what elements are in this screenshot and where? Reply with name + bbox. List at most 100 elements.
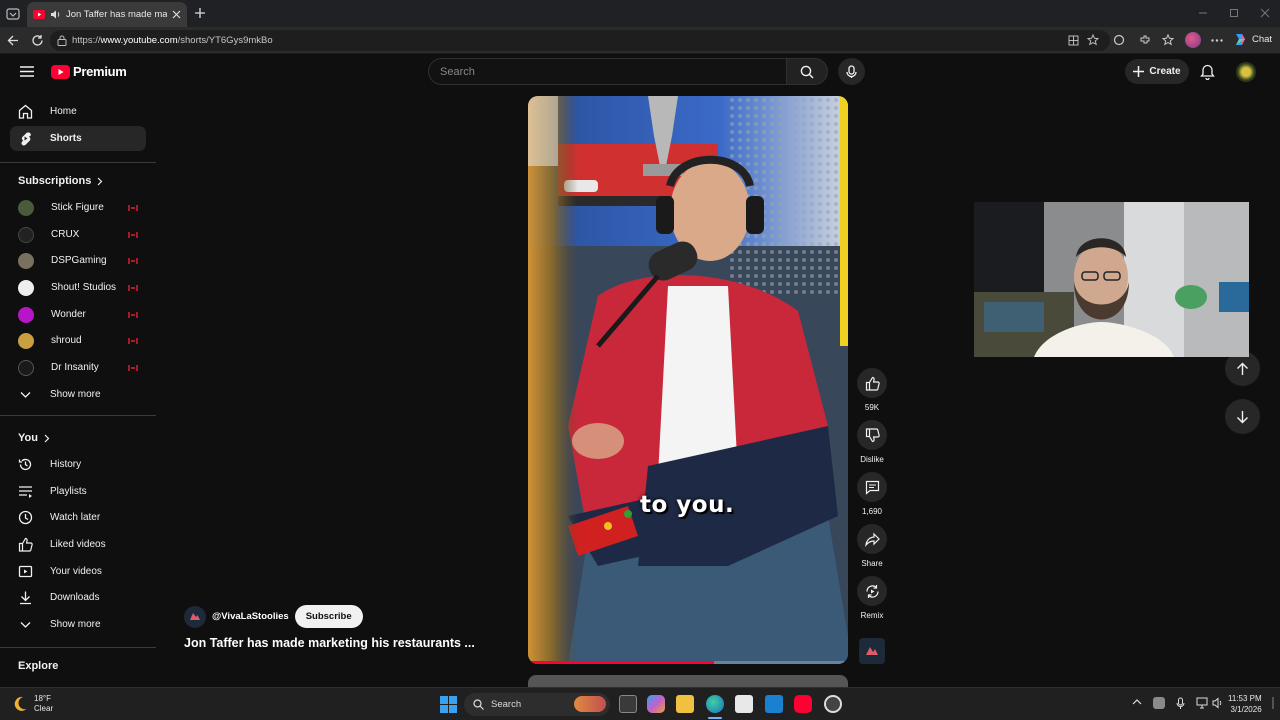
shorts-video-player[interactable]: to you.: [528, 96, 848, 664]
sidebar-item-dr-insanity[interactable]: Dr Insanity: [10, 355, 146, 380]
short-title[interactable]: Jon Taffer has made marketing his restau…: [184, 636, 475, 650]
tray-mic-icon[interactable]: [1176, 697, 1185, 710]
comments-icon-wrap: [857, 472, 887, 502]
remix-button[interactable]: Remix: [857, 576, 887, 620]
guide-menu-icon[interactable]: [20, 66, 34, 77]
sidebar-item-liked-videos[interactable]: Liked videos: [10, 532, 146, 557]
live-icon: [128, 365, 138, 371]
taskbar-search[interactable]: Search: [464, 693, 610, 716]
sidebar-item-shout-studios[interactable]: Shout! Studios: [10, 275, 146, 300]
notifications-icon[interactable]: [1200, 64, 1215, 80]
refresh-extension-icon[interactable]: [1113, 34, 1125, 46]
favorites-icon[interactable]: [1162, 34, 1174, 46]
youtube-app-icon[interactable]: [794, 695, 812, 713]
sidebar-item-playlists[interactable]: Playlists: [10, 479, 146, 504]
task-view-icon[interactable]: [619, 695, 637, 713]
copilot-chat-button[interactable]: Chat: [1233, 32, 1272, 47]
sidebar-item-your-videos[interactable]: Your videos: [10, 559, 146, 584]
next-short-button[interactable]: [1225, 399, 1260, 434]
weather-widget[interactable]: 18°F Clear: [12, 694, 53, 714]
close-tab-icon[interactable]: [172, 10, 181, 19]
remix-icon: [865, 584, 879, 598]
mail-icon[interactable]: [765, 695, 783, 713]
comments-button[interactable]: 1,690: [857, 472, 887, 516]
sidebar-item-home[interactable]: Home: [10, 99, 146, 124]
avatar: [18, 252, 34, 269]
youtube-premium-logo[interactable]: Premium: [51, 64, 127, 79]
youtube-favicon-icon: [33, 10, 45, 19]
share-button[interactable]: Share: [857, 524, 887, 568]
like-count: 59K: [864, 403, 880, 412]
create-button[interactable]: Create: [1125, 59, 1189, 84]
new-tab-icon[interactable]: [194, 7, 206, 19]
subscriptions-heading[interactable]: Subscriptions: [18, 175, 103, 187]
next-short-preview[interactable]: [528, 675, 848, 687]
volume-icon[interactable]: [1212, 697, 1224, 709]
sidebar-item-downloads[interactable]: Downloads: [10, 585, 146, 610]
search-input[interactable]: Search: [428, 58, 786, 85]
reload-icon[interactable]: [31, 34, 44, 47]
notifications-center-icon[interactable]: [1272, 696, 1278, 710]
sidebar-item-crux[interactable]: CRUX: [10, 222, 146, 247]
extensions-icon[interactable]: [1139, 34, 1151, 46]
account-avatar[interactable]: [1236, 62, 1256, 82]
sidebar-item-label: Shorts: [50, 133, 82, 144]
video-caption: to you.: [640, 492, 735, 518]
home-icon: [18, 104, 33, 119]
back-icon[interactable]: [7, 34, 20, 47]
subscribe-button[interactable]: Subscribe: [294, 605, 363, 628]
app-icon[interactable]: [824, 695, 842, 713]
history-icon: [18, 458, 32, 471]
clock[interactable]: 11:53 PM 3/1/2026: [1228, 693, 1262, 715]
sidebar-divider: [0, 415, 156, 416]
tray-overflow-icon[interactable]: [1132, 698, 1142, 706]
channel-name[interactable]: @VivaLaStoolies: [212, 611, 289, 622]
browser-tab-active[interactable]: Jon Taffer has made marketing his restau…: [27, 2, 187, 27]
chat-label: Chat: [1252, 34, 1273, 45]
avatar: [18, 199, 34, 216]
url-field[interactable]: https://www.youtube.com/shorts/YT6Gys9mk…: [50, 30, 1110, 51]
show-more-subscriptions[interactable]: Show more: [10, 382, 146, 407]
start-button[interactable]: [440, 696, 457, 713]
close-window-icon[interactable]: [1260, 8, 1270, 18]
channel-avatar[interactable]: [184, 605, 206, 628]
voice-search-button[interactable]: [838, 58, 865, 85]
sound-thumbnail[interactable]: [859, 638, 885, 664]
restore-icon[interactable]: [1229, 8, 1239, 18]
sidebar-item-label: Home: [50, 106, 77, 117]
file-explorer-icon[interactable]: [676, 695, 694, 713]
profile-avatar[interactable]: [1185, 32, 1201, 48]
onedrive-icon[interactable]: [1153, 697, 1165, 709]
video-progress-bar[interactable]: [528, 661, 848, 664]
app-available-icon[interactable]: [1068, 35, 1079, 46]
sidebar-item-shroud[interactable]: shroud: [10, 328, 146, 353]
favorite-star-icon[interactable]: [1087, 34, 1099, 46]
sidebar-item-wonder[interactable]: Wonder: [10, 302, 146, 327]
sidebar-item-stick-figure[interactable]: Stick Figure: [10, 195, 146, 220]
sidebar-item-watch-later[interactable]: Watch later: [10, 505, 146, 530]
network-icon[interactable]: [1196, 697, 1208, 709]
search-button[interactable]: [786, 58, 828, 85]
webcam-image: [974, 202, 1249, 357]
weather-desc: Clear: [34, 704, 54, 713]
tab-actions-icon[interactable]: [6, 7, 20, 21]
copilot-app-icon[interactable]: [647, 695, 665, 713]
like-icon-wrap: [857, 368, 887, 398]
store-icon[interactable]: [735, 695, 753, 713]
dislike-button[interactable]: Dislike: [857, 420, 887, 464]
sidebar-item-shorts[interactable]: Shorts: [10, 126, 146, 151]
sidebar-item-dspgaming[interactable]: DSPGaming: [10, 248, 146, 273]
site-info-icon[interactable]: [57, 35, 67, 46]
minimize-icon[interactable]: [1198, 8, 1208, 18]
sidebar-item-history[interactable]: History: [10, 452, 146, 477]
show-more-you[interactable]: Show more: [10, 612, 146, 637]
thumbs-up-icon: [865, 376, 880, 391]
youtube-logo-icon: [51, 64, 70, 79]
edge-browser-icon[interactable]: [706, 695, 724, 713]
like-button[interactable]: 59K: [857, 368, 887, 412]
more-options-icon[interactable]: [1211, 39, 1223, 42]
audio-playing-icon[interactable]: [50, 9, 61, 20]
sidebar-item-label: Downloads: [50, 592, 100, 603]
you-heading[interactable]: You: [18, 432, 50, 444]
live-icon: [128, 312, 138, 318]
